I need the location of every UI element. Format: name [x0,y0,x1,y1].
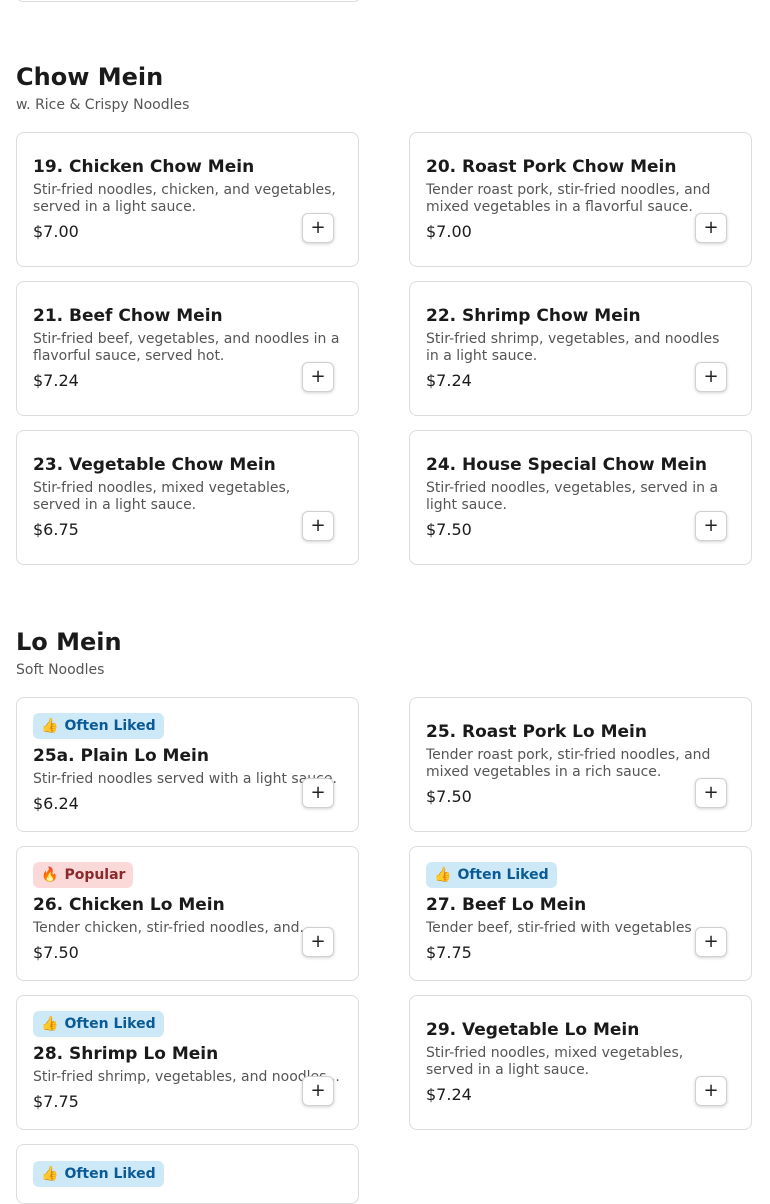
item-price: $7.50 [426,786,472,806]
item-price: $7.50 [33,943,79,962]
section-title-lo-mein: Lo Mein [16,628,122,656]
menu-item-card[interactable]: 19. Chicken Chow Mein Stir-fried noodles… [16,132,359,267]
add-to-cart-button[interactable]: + [302,778,334,808]
often-liked-badge: 👍 Often Liked [33,1161,164,1187]
add-to-cart-button[interactable]: + [302,213,334,243]
fire-icon: 🔥 [41,867,59,883]
item-price: $7.75 [426,943,472,962]
menu-item-card[interactable]: 👍 Often Liked 25a. Plain Lo Mein Stir-fr… [16,697,359,832]
item-description: Stir-fried noodles served with a light s… [33,771,337,787]
often-liked-badge: 👍 Often Liked [426,862,557,888]
item-price: $7.75 [33,1092,79,1111]
item-description: Stir-fried shrimp, vegetables, and noodl… [33,1069,340,1085]
section-subtitle-lo-mein: Soft Noodles [16,662,105,678]
item-price: $7.00 [426,221,472,241]
thumbs-up-icon: 👍 [41,718,59,734]
add-to-cart-button[interactable]: + [695,362,727,392]
item-name: 21. Beef Chow Mein [33,305,223,326]
item-name: 26. Chicken Lo Mein [33,895,225,915]
item-description: Stir-fried beef, vegetables, and noodles… [33,330,340,364]
thumbs-up-icon: 👍 [434,867,452,883]
menu-item-card[interactable]: 25. Roast Pork Lo Mein Tender roast pork… [409,697,752,832]
item-name: 27. Beef Lo Mein [426,895,587,915]
item-price: $7.24 [426,370,472,390]
add-to-cart-button[interactable]: + [695,927,727,957]
item-description: Stir-fried noodles, mixed vegetables, se… [33,479,291,513]
badge-label: Often Liked [64,718,156,734]
item-price: $7.24 [426,1084,472,1104]
add-to-cart-button[interactable]: + [695,511,727,541]
item-description: Stir-fried noodles, vegetables, served i… [426,479,719,513]
item-name: 25a. Plain Lo Mein [33,746,209,766]
menu-item-card[interactable]: 29. Vegetable Lo Mein Stir-fried noodles… [409,995,752,1130]
section-subtitle-chow-mein: w. Rice & Crispy Noodles [16,97,190,113]
add-to-cart-button[interactable]: + [695,778,727,808]
item-name: 19. Chicken Chow Mein [33,156,255,177]
item-name: 25. Roast Pork Lo Mein [426,721,647,742]
item-name: 23. Vegetable Chow Mein [33,454,276,475]
item-description: Tender beef, stir-fried with vegetables … [426,920,710,936]
menu-item-card[interactable]: 🔥 Popular 26. Chicken Lo Mein Tender chi… [16,846,359,981]
item-name: 29. Vegetable Lo Mein [426,1019,640,1040]
menu-card-partial [16,0,361,2]
item-description: Stir-fried noodles, chicken, and vegetab… [33,181,336,215]
add-to-cart-button[interactable]: + [695,213,727,243]
item-description: Stir-fried noodles, mixed vegetables, se… [426,1044,684,1078]
item-name: 20. Roast Pork Chow Mein [426,156,677,177]
thumbs-up-icon: 👍 [41,1166,59,1182]
menu-item-card[interactable]: 👍 Often Liked 28. Shrimp Lo Mein Stir-fr… [16,995,359,1130]
item-description: Tender roast pork, stir-fried noodles, a… [426,181,711,215]
item-price: $6.24 [33,794,79,813]
add-to-cart-button[interactable]: + [302,362,334,392]
menu-item-card[interactable]: 👍 Often Liked 27. Beef Lo Mein Tender be… [409,846,752,981]
item-description: Tender roast pork, stir-fried noodles, a… [426,746,711,780]
item-description: Tender chicken, stir-fried noodles, and.… [33,920,313,936]
thumbs-up-icon: 👍 [41,1016,59,1032]
popular-badge: 🔥 Popular [33,862,134,888]
badge-label: Popular [64,867,126,883]
often-liked-badge: 👍 Often Liked [33,1011,164,1037]
item-name: 24. House Special Chow Mein [426,454,707,475]
menu-item-card[interactable]: 23. Vegetable Chow Mein Stir-fried noodl… [16,430,359,565]
menu-item-card[interactable]: 24. House Special Chow Mein Stir-fried n… [409,430,752,565]
often-liked-badge: 👍 Often Liked [33,713,164,739]
add-to-cart-button[interactable]: + [302,511,334,541]
item-price: $7.50 [426,519,472,539]
add-to-cart-button[interactable]: + [302,927,334,957]
badge-label: Often Liked [64,1166,156,1182]
menu-item-card[interactable]: 👍 Often Liked [16,1144,359,1204]
section-title-chow-mein: Chow Mein [16,63,164,91]
item-price: $7.24 [33,370,79,390]
badge-label: Often Liked [457,867,549,883]
menu-item-card[interactable]: 20. Roast Pork Chow Mein Tender roast po… [409,132,752,267]
add-to-cart-button[interactable]: + [302,1076,334,1106]
item-name: 22. Shrimp Chow Mein [426,305,641,326]
item-price: $7.00 [33,221,79,241]
menu-item-card[interactable]: 21. Beef Chow Mein Stir-fried beef, vege… [16,281,359,416]
badge-label: Often Liked [64,1016,156,1032]
item-price: $6.75 [33,519,79,539]
add-to-cart-button[interactable]: + [695,1076,727,1106]
menu-item-card[interactable]: 22. Shrimp Chow Mein Stir-fried shrimp, … [409,281,752,416]
item-name: 28. Shrimp Lo Mein [33,1044,219,1064]
item-description: Stir-fried shrimp, vegetables, and noodl… [426,330,720,364]
